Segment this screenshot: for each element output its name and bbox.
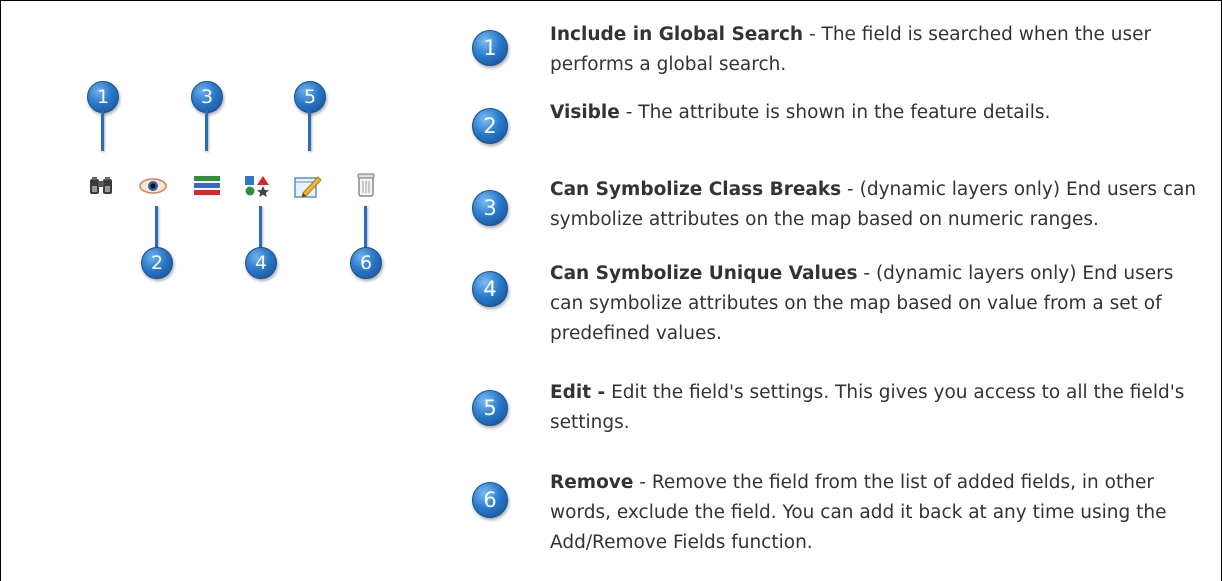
color-bars-icon (194, 176, 220, 195)
item-title: Can Symbolize Class Breaks (550, 179, 842, 200)
binoculars-icon (90, 177, 112, 194)
number-badge: 4 (472, 271, 508, 307)
callout-line-6 (364, 206, 367, 248)
callout-badge-1: 1 (87, 81, 119, 113)
item-title: Can Symbolize Unique Values (550, 263, 858, 284)
item-body: The attribute is shown in the feature de… (638, 102, 1051, 123)
description-text: Include in Global Search - The field is … (550, 24, 1152, 75)
trash-can-icon (357, 173, 375, 197)
callout-badge-2: 2 (141, 247, 173, 279)
shapes-icon (245, 176, 269, 197)
callout-line-2 (155, 206, 158, 248)
item-body: Edit the field's settings. This gives yo… (550, 382, 1185, 433)
description-text: Can Symbolize Unique Values - (dynamic l… (550, 263, 1174, 344)
callout-badge-6: 6 (350, 247, 382, 279)
number-badge: 5 (472, 390, 508, 426)
number-badge: 2 (472, 108, 508, 144)
item-title: Include in Global Search (550, 24, 804, 45)
edit-pencil-icon (294, 176, 322, 198)
callout-line-4 (259, 206, 262, 248)
callout-badge-3: 3 (191, 81, 223, 113)
item-title: Visible (550, 102, 620, 123)
number-badge: 3 (472, 190, 508, 226)
number-badge: 1 (472, 30, 508, 66)
description-text: Edit - Edit the field's settings. This g… (550, 378, 1210, 438)
description-text: Visible - The attribute is shown in the … (550, 102, 1051, 123)
item-title: Remove (550, 472, 634, 493)
callout-line-3 (205, 111, 208, 151)
item-title: Edit - (550, 382, 606, 403)
callout-badge-5: 5 (294, 81, 326, 113)
callout-line-1 (101, 111, 104, 151)
callout-badge-4: 4 (245, 247, 277, 279)
description-text: Remove - Remove the field from the list … (550, 472, 1167, 553)
description-text: Can Symbolize Class Breaks - (dynamic la… (550, 179, 1197, 230)
callout-line-5 (308, 111, 311, 151)
eye-icon (139, 178, 167, 194)
number-badge: 6 (472, 482, 508, 518)
icon-diagram: 1 3 5 2 4 6 (1, 1, 441, 573)
